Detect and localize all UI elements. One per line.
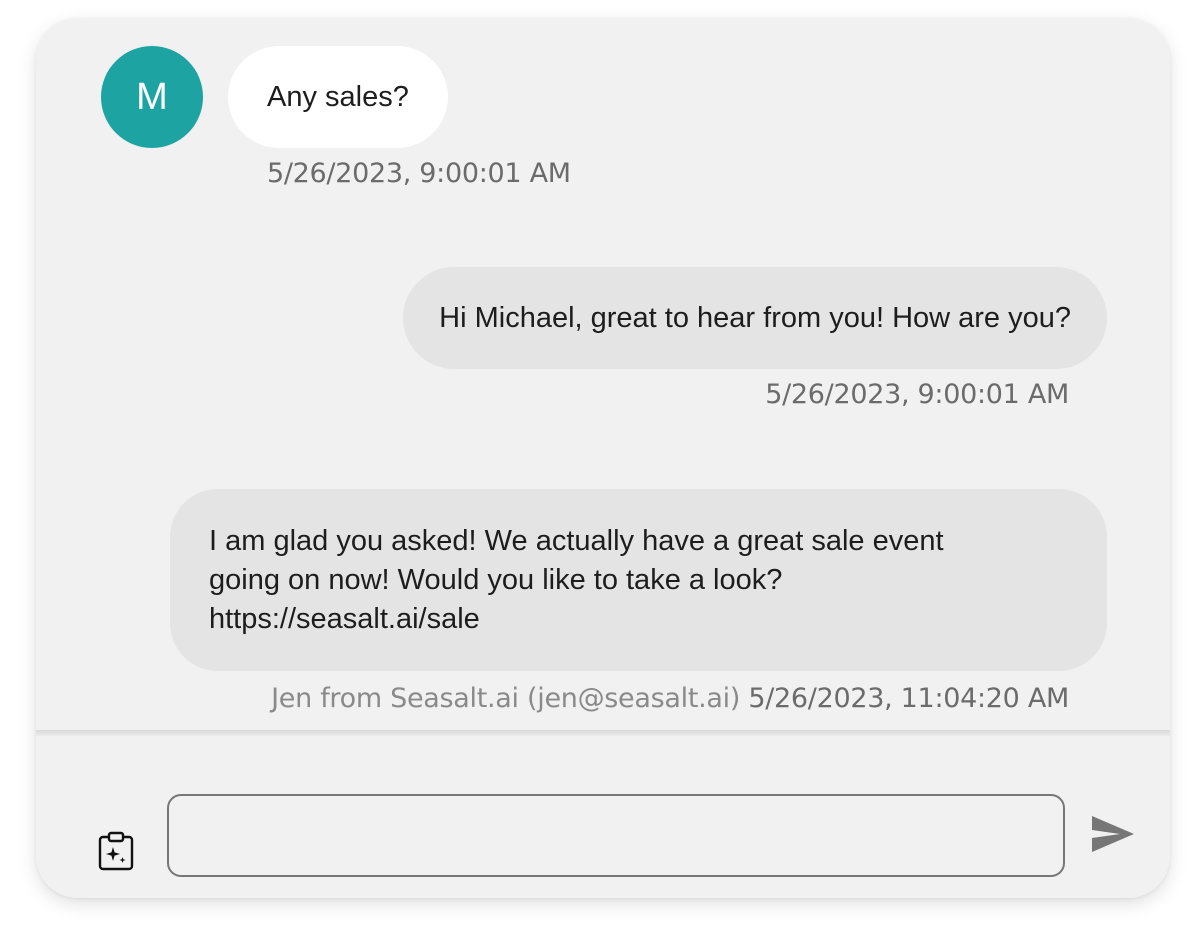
message-line: going on now! Would you like to take a l… bbox=[209, 563, 783, 596]
outgoing-message-bubble: I am glad you asked! We actually have a … bbox=[170, 489, 1107, 671]
avatar-initial: M bbox=[136, 75, 168, 118]
chat-panel: M Any sales? 5/26/2023, 9:00:01 AM Hi Mi… bbox=[36, 18, 1170, 898]
send-icon bbox=[1092, 816, 1134, 852]
message-text: Hi Michael, great to hear from you! How … bbox=[439, 301, 1071, 334]
message-link[interactable]: https://seasalt.ai/sale bbox=[209, 600, 1068, 639]
message-line: I am glad you asked! We actually have a … bbox=[209, 524, 944, 557]
message-composer bbox=[36, 736, 1170, 898]
ai-assist-clipboard-sparkle-icon bbox=[98, 831, 134, 871]
message-input[interactable] bbox=[167, 794, 1065, 877]
message-text: Any sales? bbox=[267, 80, 409, 113]
message-sender: Jen from Seasalt.ai (jen@seasalt.ai) bbox=[271, 683, 741, 714]
incoming-message-bubble: Any sales? bbox=[228, 46, 448, 148]
ai-assist-button[interactable] bbox=[98, 831, 134, 871]
contact-avatar[interactable]: M bbox=[101, 46, 203, 148]
outgoing-message-bubble: Hi Michael, great to hear from you! How … bbox=[403, 267, 1107, 369]
message-text: I am glad you asked! We actually have a … bbox=[209, 522, 1068, 639]
message-timestamp: 5/26/2023, 9:00:01 AM bbox=[765, 379, 1069, 410]
message-meta: Jen from Seasalt.ai (jen@seasalt.ai) 5/2… bbox=[271, 683, 1069, 714]
send-button[interactable] bbox=[1090, 812, 1136, 856]
message-timestamp: 5/26/2023, 9:00:01 AM bbox=[267, 158, 571, 189]
message-timestamp: 5/26/2023, 11:04:20 AM bbox=[748, 683, 1069, 714]
